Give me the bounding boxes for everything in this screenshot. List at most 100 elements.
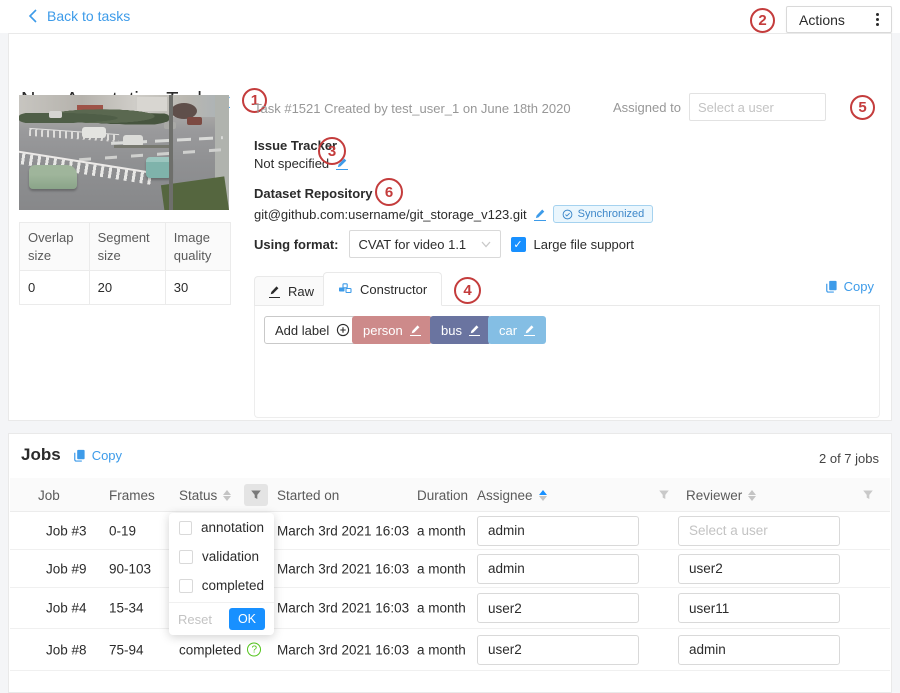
back-to-tasks-label: Back to tasks	[47, 8, 130, 24]
annotation-checkbox[interactable]	[179, 521, 192, 535]
tab-raw[interactable]: Raw	[254, 276, 329, 306]
reviewer-input[interactable]	[678, 593, 840, 623]
annotation-circle-3: 3	[318, 137, 346, 165]
jobs-copy-label: Copy	[92, 448, 122, 463]
col-reviewer-sort[interactable]: Reviewer	[686, 478, 756, 512]
large-file-support-label: Large file support	[534, 237, 634, 252]
reviewer-input[interactable]	[678, 516, 840, 546]
edit-car-label-icon[interactable]	[524, 324, 535, 336]
large-file-support-checkbox[interactable]: ✓	[511, 237, 526, 252]
status-filter-dropdown: annotation validation completed Reset OK	[169, 513, 274, 635]
kebab-menu-icon	[876, 13, 879, 26]
actions-label: Actions	[799, 12, 845, 28]
status-filter-icon[interactable]	[244, 484, 268, 506]
synchronized-badge: Synchronized	[553, 205, 654, 223]
reviewer-input[interactable]	[678, 635, 840, 665]
job-started: March 3rd 2021 16:03	[277, 561, 409, 576]
completed-checkbox[interactable]	[179, 579, 193, 593]
col-status-sort[interactable]: Status	[179, 478, 231, 512]
job-started: March 3rd 2021 16:03	[277, 601, 409, 616]
job-link[interactable]: Job #4	[46, 601, 87, 616]
filter-option-completed[interactable]: completed	[169, 571, 274, 600]
filter-reset-button[interactable]: Reset	[178, 612, 212, 627]
using-format-row: Using format: CVAT for video 1.1 ✓ Large…	[254, 230, 634, 258]
col-reviewer: Reviewer	[686, 488, 742, 503]
param-value-overlap: 0	[20, 271, 90, 305]
label-bus-text: bus	[441, 323, 462, 338]
reviewer-input[interactable]	[678, 554, 840, 584]
job-duration: a month	[417, 642, 466, 657]
assigned-to-label: Assigned to	[613, 100, 681, 115]
tab-constructor-label: Constructor	[360, 282, 427, 297]
add-label-text: Add label	[275, 323, 329, 338]
labels-copy-button[interactable]: Copy	[825, 279, 874, 294]
col-assignee-sort[interactable]: Assignee	[477, 478, 547, 512]
raw-pencil-icon	[269, 285, 280, 298]
plus-circle-icon	[336, 323, 350, 337]
label-chip-person[interactable]: person	[352, 316, 432, 344]
param-header-quality: Image quality	[165, 223, 230, 271]
job-started: March 3rd 2021 16:03	[277, 523, 409, 538]
job-frames: 15-34	[109, 601, 144, 616]
filter-option-annotation[interactable]: annotation	[169, 513, 274, 542]
annotation-circle-4: 4	[454, 277, 481, 304]
label-person-text: person	[363, 323, 403, 338]
reviewer-filter-icon[interactable]	[862, 489, 874, 501]
format-select[interactable]: CVAT for video 1.1	[349, 230, 501, 258]
edit-person-label-icon[interactable]	[410, 324, 421, 336]
assignee-input[interactable]	[477, 635, 639, 665]
param-header-overlap: Overlap size	[20, 223, 90, 271]
dataset-repository-label: Dataset Repository	[254, 186, 372, 201]
status-sorter-icon[interactable]	[223, 490, 231, 501]
tab-constructor[interactable]: Constructor	[323, 272, 442, 306]
annotation-circle-2: 2	[750, 8, 775, 33]
job-duration: a month	[417, 523, 466, 538]
assigned-to-input[interactable]	[689, 93, 826, 121]
filter-validation-label: validation	[202, 549, 259, 564]
assignee-input[interactable]	[477, 516, 639, 546]
col-duration: Duration	[417, 488, 468, 503]
annotation-circle-5: 5	[850, 95, 875, 120]
job-status-completed: completed ?	[179, 642, 261, 657]
question-circle-icon[interactable]: ?	[247, 643, 261, 657]
job-link[interactable]: Job #9	[46, 561, 87, 576]
filter-option-validation[interactable]: validation	[169, 542, 274, 571]
job-link[interactable]: Job #3	[46, 523, 87, 538]
check-circle-icon	[562, 209, 573, 220]
assignee-filter-icon[interactable]	[658, 489, 670, 501]
jobs-copy-button[interactable]: Copy	[73, 448, 122, 463]
back-to-tasks-link[interactable]: Back to tasks	[28, 8, 130, 24]
job-row: Job #3 0-19 March 3rd 2021 16:03 a month	[10, 512, 890, 550]
label-chip-bus[interactable]: bus	[430, 316, 491, 344]
assignee-sorter-icon[interactable]	[539, 490, 547, 501]
assignee-input[interactable]	[477, 554, 639, 584]
edit-bus-label-icon[interactable]	[469, 324, 480, 336]
jobs-card: Jobs Copy 2 of 7 jobs Job Frames Status …	[8, 433, 892, 693]
task-detail-card: New Annotation Task 1 Overlap size Segme…	[8, 33, 892, 421]
param-value-segment: 20	[89, 271, 165, 305]
col-started: Started on	[277, 488, 339, 503]
edit-repository-icon[interactable]	[534, 208, 546, 221]
filter-ok-button[interactable]: OK	[229, 608, 265, 630]
jobs-header: Jobs Copy	[21, 445, 122, 465]
reviewer-sorter-icon[interactable]	[748, 490, 756, 501]
back-chevron-icon	[28, 9, 38, 23]
validation-checkbox[interactable]	[179, 550, 193, 564]
copy-icon	[825, 280, 838, 293]
job-frames: 0-19	[109, 523, 136, 538]
labels-tabbar: Raw Constructor Copy	[254, 272, 880, 306]
job-duration: a month	[417, 561, 466, 576]
large-file-support-row[interactable]: ✓ Large file support	[511, 237, 634, 252]
task-params-table: Overlap size Segment size Image quality …	[19, 222, 231, 305]
task-preview-image	[19, 95, 229, 210]
add-label-button[interactable]: Add label	[264, 316, 361, 344]
assigned-to-row: Assigned to	[613, 93, 826, 121]
job-link[interactable]: Job #8	[46, 642, 87, 657]
label-chip-car[interactable]: car	[488, 316, 546, 344]
col-status: Status	[179, 488, 217, 503]
assignee-input[interactable]	[477, 593, 639, 623]
job-row: Job #4 15-34 March 3rd 2021 16:03 a mont…	[10, 588, 890, 629]
actions-button[interactable]: Actions	[786, 6, 892, 33]
param-header-segment: Segment size	[89, 223, 165, 271]
job-started: March 3rd 2021 16:03	[277, 642, 409, 657]
